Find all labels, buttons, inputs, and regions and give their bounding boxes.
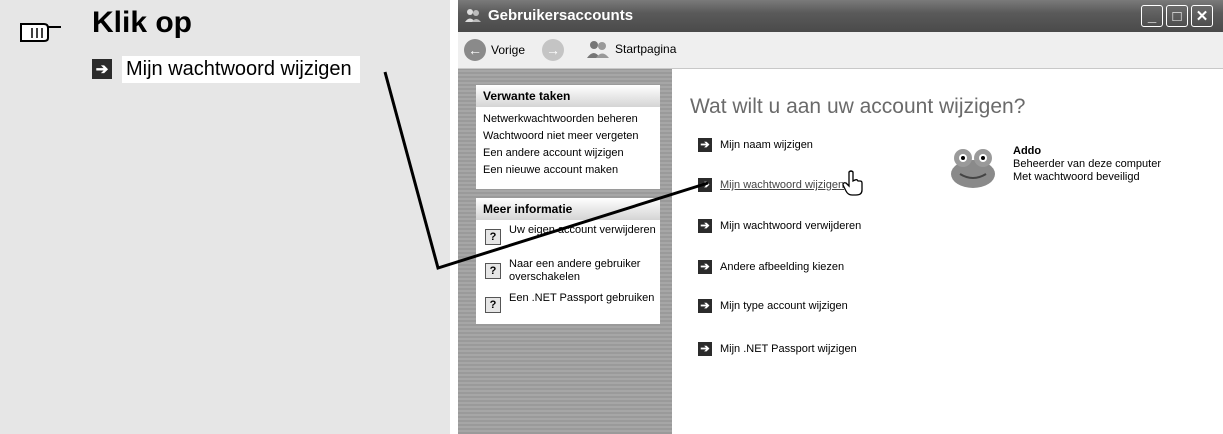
info-link-label: Een .NET Passport gebruiken [509, 292, 655, 304]
arrow-right-icon: ➔ [698, 299, 712, 313]
frog-avatar [951, 149, 995, 188]
forward-arrow-icon: → [542, 39, 564, 61]
info-link[interactable]: ? Naar een andere gebruiker overschakele… [476, 254, 660, 288]
arrow-right-icon: ➔ [698, 260, 712, 274]
panel-divider [450, 0, 458, 434]
home-button[interactable]: Startpagina [586, 39, 676, 59]
page-title: Wat wilt u aan uw account wijzigen? [690, 95, 1026, 118]
title-bar[interactable]: Gebruikersaccounts _ □ ✕ [458, 0, 1223, 32]
users-icon [465, 9, 481, 22]
related-link[interactable]: Netwerkwachtwoorden beheren [476, 111, 660, 128]
info-link-label: Uw eigen account verwijderen [509, 224, 656, 236]
task-change-password[interactable]: ➔ Mijn wachtwoord wijzigen [698, 178, 844, 192]
user-accounts-window: Gebruikersaccounts _ □ ✕ ← Vorige → Star… [458, 0, 1223, 434]
task-remove-password[interactable]: ➔ Mijn wachtwoord verwijderen [698, 219, 861, 233]
related-tasks-title: Verwante taken [476, 85, 660, 107]
task-label: Mijn type account wijzigen [720, 300, 848, 312]
task-label: Andere afbeelding kiezen [720, 261, 845, 273]
maximize-button[interactable]: □ [1166, 5, 1188, 27]
close-icon: ✕ [1195, 8, 1209, 25]
related-link[interactable]: Een nieuwe account maken [476, 162, 660, 179]
minimize-icon: _ [1147, 7, 1157, 25]
maximize-icon: □ [1172, 7, 1182, 25]
instruction-title: Klik op [92, 6, 193, 39]
task-change-name[interactable]: ➔ Mijn naam wijzigen [698, 138, 813, 152]
help-icon: ? [485, 263, 501, 279]
instruction-item-label: Mijn wachtwoord wijzigen [122, 55, 360, 83]
task-sidebar: Verwante taken Netwerkwachtwoorden beher… [458, 69, 672, 434]
account-status: Met wachtwoord beveiligd [1013, 171, 1140, 183]
instruction-panel: Klik op ➔ Mijn wachtwoord wijzigen [0, 0, 450, 434]
arrow-right-icon: ➔ [698, 138, 712, 152]
task-change-passport[interactable]: ➔ Mijn .NET Passport wijzigen [698, 342, 857, 356]
help-icon: ? [485, 297, 501, 313]
help-icon: ? [485, 229, 501, 245]
more-info-title: Meer informatie [476, 198, 660, 220]
info-link-label: Naar een andere gebruiker overschakelen [509, 258, 641, 283]
arrow-right-icon: ➔ [92, 59, 112, 79]
task-label: Mijn naam wijzigen [720, 139, 813, 151]
info-link[interactable]: ? Een .NET Passport gebruiken [476, 288, 660, 322]
pointing-hand-icon [20, 23, 61, 42]
task-label: Mijn .NET Passport wijzigen [720, 343, 857, 355]
related-tasks-box: Verwante taken Netwerkwachtwoorden beher… [476, 85, 660, 189]
arrow-right-icon: ➔ [698, 219, 712, 233]
more-info-box: Meer informatie ? Uw eigen account verwi… [476, 198, 660, 324]
home-label: Startpagina [615, 42, 677, 56]
account-name: Addo [1013, 145, 1042, 157]
pointing-hand-icon [842, 170, 863, 196]
back-button[interactable]: ← Vorige [464, 39, 525, 61]
arrow-right-icon: ➔ [698, 178, 712, 192]
back-label: Vorige [491, 43, 526, 57]
back-arrow-icon: ← [464, 39, 486, 61]
related-link[interactable]: Wachtwoord niet meer vergeten [476, 128, 660, 145]
info-link[interactable]: ? Uw eigen account verwijderen [476, 220, 660, 254]
minimize-button[interactable]: _ [1141, 5, 1163, 27]
task-change-picture[interactable]: ➔ Andere afbeelding kiezen [698, 260, 844, 274]
close-button[interactable]: ✕ [1191, 5, 1213, 27]
arrow-right-icon: ➔ [698, 342, 712, 356]
related-link[interactable]: Een andere account wijzigen [476, 145, 660, 162]
task-label: Mijn wachtwoord wijzigen [720, 179, 845, 191]
task-change-account-type[interactable]: ➔ Mijn type account wijzigen [698, 299, 848, 313]
task-label: Mijn wachtwoord verwijderen [720, 220, 862, 232]
account-role: Beheerder van deze computer [1013, 158, 1161, 170]
instruction-item: ➔ Mijn wachtwoord wijzigen [92, 55, 360, 83]
users-home-icon [587, 41, 609, 58]
window-title: Gebruikersaccounts [488, 7, 634, 24]
forward-button[interactable]: → [542, 39, 564, 61]
navigation-bar: ← Vorige → Startpagina [458, 32, 1223, 69]
